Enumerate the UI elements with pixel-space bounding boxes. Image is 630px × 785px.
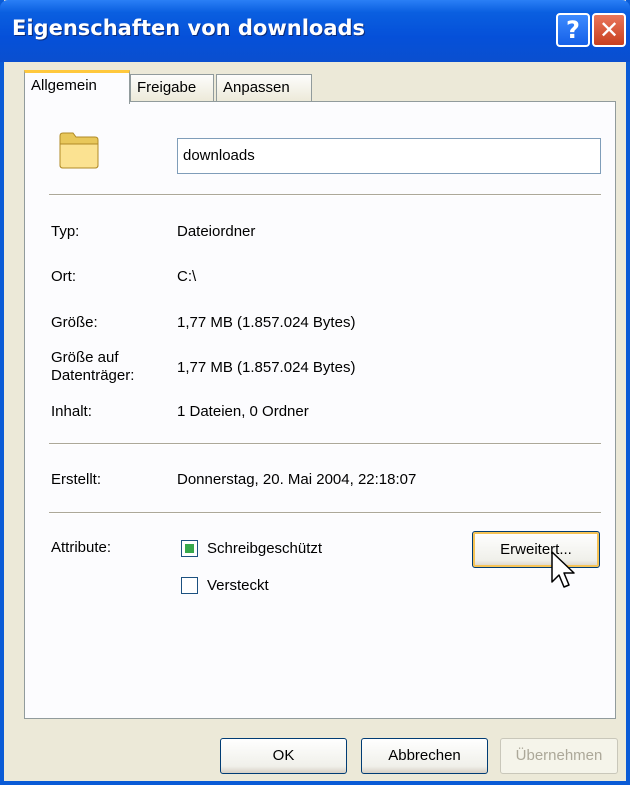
advanced-button[interactable]: Erweitert... (472, 531, 600, 568)
contents-label: Inhalt: (51, 403, 92, 420)
title-bar[interactable]: Eigenschaften von downloads ? ✕ (0, 0, 630, 62)
size-value: 1,77 MB (1.857.024 Bytes) (177, 314, 356, 331)
folder-icon (59, 132, 99, 169)
mouse-cursor-icon (551, 551, 575, 588)
tab-freigabe[interactable]: Freigabe (130, 74, 214, 102)
hidden-label[interactable]: Versteckt (207, 577, 269, 595)
location-value: C:\ (177, 268, 197, 285)
properties-dialog: Eigenschaften von downloads ? ✕ Allgemei… (0, 0, 630, 785)
cancel-button[interactable]: Abbrechen (361, 738, 488, 774)
separator (49, 443, 601, 445)
help-button[interactable]: ? (556, 13, 590, 47)
contents-value: 1 Dateien, 0 Ordner (177, 403, 309, 420)
tab-anpassen[interactable]: Anpassen (216, 74, 312, 102)
window-title: Eigenschaften von downloads (12, 16, 366, 40)
readonly-checkbox[interactable] (181, 540, 198, 557)
general-tab-panel: downloads Typ: Dateiordner Ort: C:\ Größ… (24, 101, 616, 719)
close-button[interactable]: ✕ (592, 13, 626, 47)
type-label: Typ: (51, 223, 80, 240)
readonly-label[interactable]: Schreibgeschützt (207, 540, 322, 558)
folder-name-input[interactable]: downloads (177, 138, 601, 174)
ok-button[interactable]: OK (220, 738, 347, 774)
size-label: Größe: (51, 314, 98, 331)
tab-allgemein[interactable]: Allgemein (24, 70, 130, 104)
type-value: Dateiordner (177, 223, 256, 240)
attributes-label: Attribute: (51, 539, 112, 556)
apply-button[interactable]: Übernehmen (500, 738, 618, 774)
size-on-disk-label: Größe auf Datenträger: (51, 349, 135, 384)
created-label: Erstellt: (51, 471, 102, 488)
separator (49, 512, 601, 514)
size-on-disk-value: 1,77 MB (1.857.024 Bytes) (177, 359, 356, 376)
hidden-checkbox[interactable] (181, 577, 198, 594)
location-label: Ort: (51, 268, 76, 285)
separator (49, 194, 601, 196)
created-value: Donnerstag, 20. Mai 2004, 22:18:07 (177, 471, 417, 488)
